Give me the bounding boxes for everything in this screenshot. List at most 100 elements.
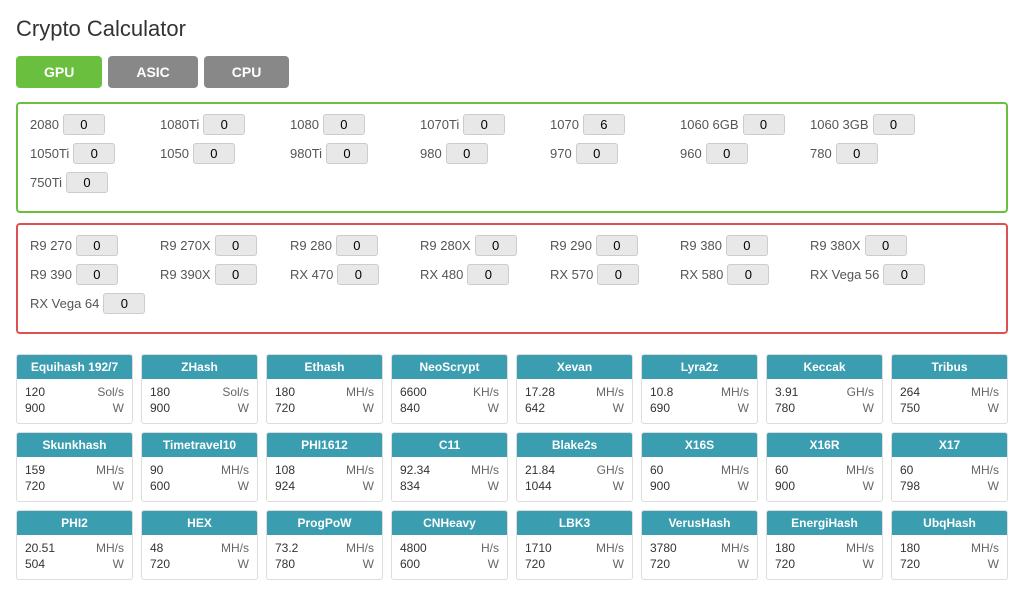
algo-pw-unit: W xyxy=(113,479,124,493)
algo-pw-unit: W xyxy=(363,479,374,493)
gpu-label: 1070Ti xyxy=(420,117,459,132)
gpu-item: RX 580 xyxy=(680,264,800,285)
algo-name: X17 xyxy=(892,433,1007,457)
gpu-input[interactable] xyxy=(467,264,509,285)
algo-name: Timetravel10 xyxy=(142,433,257,457)
gpu-item: R9 380X xyxy=(810,235,930,256)
tab-cpu[interactable]: CPU xyxy=(204,56,290,88)
algo-name: NeoScrypt xyxy=(392,355,507,379)
gpu-input[interactable] xyxy=(193,143,235,164)
gpu-item: 1070 xyxy=(550,114,670,135)
gpu-label: 780 xyxy=(810,146,832,161)
algo-pw-unit: W xyxy=(738,557,749,571)
gpu-input[interactable] xyxy=(103,293,145,314)
gpu-label: R9 380X xyxy=(810,238,861,253)
gpu-label: 960 xyxy=(680,146,702,161)
page-title: Crypto Calculator xyxy=(16,16,1008,42)
algo-name: C11 xyxy=(392,433,507,457)
algo-power: 642 xyxy=(525,401,545,415)
algo-hashrate: 60 xyxy=(775,463,788,477)
gpu-label: R9 270X xyxy=(160,238,211,253)
algo-hr-unit: Sol/s xyxy=(97,385,124,399)
algo-power: 780 xyxy=(775,401,795,415)
algo-power: 720 xyxy=(650,557,670,571)
algo-hr-unit: MH/s xyxy=(96,463,124,477)
gpu-input[interactable] xyxy=(836,143,878,164)
algo-hr-unit: MH/s xyxy=(971,385,999,399)
algo-hashrate: 20.51 xyxy=(25,541,55,555)
gpu-label: R9 390X xyxy=(160,267,211,282)
gpu-input[interactable] xyxy=(215,264,257,285)
gpu-label: 1050Ti xyxy=(30,146,69,161)
gpu-input[interactable] xyxy=(727,264,769,285)
algo-name: ZHash xyxy=(142,355,257,379)
algo-pw-unit: W xyxy=(113,401,124,415)
gpu-input[interactable] xyxy=(337,264,379,285)
algo-card: LBK31710MH/s720W xyxy=(516,510,633,580)
algo-pw-unit: W xyxy=(988,479,999,493)
algo-name: ProgPoW xyxy=(267,511,382,535)
gpu-input[interactable] xyxy=(463,114,505,135)
gpu-item: 970 xyxy=(550,143,670,164)
gpu-input[interactable] xyxy=(583,114,625,135)
gpu-input[interactable] xyxy=(336,235,378,256)
gpu-input[interactable] xyxy=(597,264,639,285)
algo-hr-unit: MH/s xyxy=(471,463,499,477)
gpu-input[interactable] xyxy=(73,143,115,164)
algo-name: Skunkhash xyxy=(17,433,132,457)
tab-gpu[interactable]: GPU xyxy=(16,56,102,88)
algo-power: 720 xyxy=(150,557,170,571)
gpu-item: 1050Ti xyxy=(30,143,150,164)
algo-pw-unit: W xyxy=(488,401,499,415)
algo-hashrate: 10.8 xyxy=(650,385,673,399)
algo-hr-unit: MH/s xyxy=(96,541,124,555)
algo-card: CNHeavy4800H/s600W xyxy=(391,510,508,580)
gpu-input[interactable] xyxy=(66,172,108,193)
algo-name: EnergiHash xyxy=(767,511,882,535)
gpu-input[interactable] xyxy=(743,114,785,135)
algo-hr-unit: MH/s xyxy=(346,385,374,399)
algo-card: VerusHash3780MH/s720W xyxy=(641,510,758,580)
gpu-item: R9 290 xyxy=(550,235,670,256)
gpu-input[interactable] xyxy=(76,264,118,285)
algo-hr-unit: Sol/s xyxy=(222,385,249,399)
algo-hashrate: 120 xyxy=(25,385,45,399)
algo-hr-unit: MH/s xyxy=(721,541,749,555)
gpu-item: RX 480 xyxy=(420,264,540,285)
gpu-label: 970 xyxy=(550,146,572,161)
gpu-input[interactable] xyxy=(76,235,118,256)
algo-hr-unit: MH/s xyxy=(346,463,374,477)
gpu-input[interactable] xyxy=(873,114,915,135)
algo-power: 600 xyxy=(150,479,170,493)
gpu-label: R9 380 xyxy=(680,238,722,253)
algo-hr-unit: MH/s xyxy=(221,541,249,555)
gpu-input[interactable] xyxy=(706,143,748,164)
algo-power: 690 xyxy=(650,401,670,415)
gpu-input[interactable] xyxy=(326,143,368,164)
gpu-input[interactable] xyxy=(596,235,638,256)
algo-hr-unit: KH/s xyxy=(473,385,499,399)
gpu-label: 1060 6GB xyxy=(680,117,739,132)
algo-grid: Equihash 192/7120Sol/s900WZHash180Sol/s9… xyxy=(16,354,1008,580)
gpu-input[interactable] xyxy=(323,114,365,135)
gpu-input[interactable] xyxy=(63,114,105,135)
gpu-input[interactable] xyxy=(215,235,257,256)
algo-power: 798 xyxy=(900,479,920,493)
algo-pw-unit: W xyxy=(988,557,999,571)
algo-hashrate: 1710 xyxy=(525,541,552,555)
gpu-input[interactable] xyxy=(576,143,618,164)
gpu-input[interactable] xyxy=(865,235,907,256)
gpu-input[interactable] xyxy=(726,235,768,256)
algo-card: Skunkhash159MH/s720W xyxy=(16,432,133,502)
algo-hr-unit: MH/s xyxy=(971,463,999,477)
gpu-input[interactable] xyxy=(883,264,925,285)
gpu-input[interactable] xyxy=(446,143,488,164)
algo-power: 1044 xyxy=(525,479,552,493)
algo-power: 720 xyxy=(900,557,920,571)
algo-hashrate: 92.34 xyxy=(400,463,430,477)
gpu-input[interactable] xyxy=(475,235,517,256)
gpu-label: 980 xyxy=(420,146,442,161)
gpu-label: R9 280X xyxy=(420,238,471,253)
gpu-input[interactable] xyxy=(203,114,245,135)
tab-asic[interactable]: ASIC xyxy=(108,56,197,88)
